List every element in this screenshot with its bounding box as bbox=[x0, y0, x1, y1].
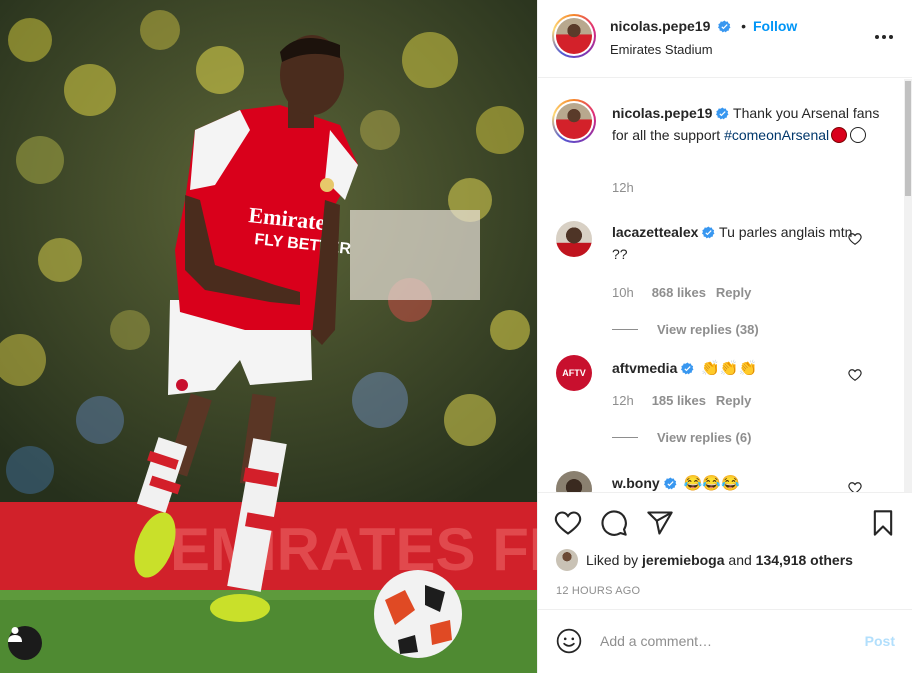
comment-avatar[interactable]: AFTV bbox=[556, 355, 592, 391]
comment-avatar[interactable] bbox=[556, 221, 592, 257]
likes-middle: and bbox=[728, 552, 752, 568]
comment-username[interactable]: lacazettealex bbox=[612, 224, 698, 240]
post-timestamp[interactable]: 12 HOURS AGO bbox=[556, 585, 640, 597]
comment-item: AFTV aftvmedia 👏👏👏 12h 185 likes Reply Vie… bbox=[538, 345, 898, 463]
comment-time[interactable]: 10h bbox=[612, 285, 634, 300]
comment-likes[interactable]: 185 likes bbox=[652, 393, 706, 408]
likes-summary[interactable]: Liked by jeremieboga and 134,918 others bbox=[556, 549, 853, 571]
svg-text:EMIRATES FLY: EMIRATES FLY bbox=[170, 516, 537, 583]
verified-badge-icon bbox=[702, 224, 715, 244]
heart-icon[interactable] bbox=[554, 509, 582, 537]
likes-others[interactable]: 134,918 others bbox=[756, 552, 853, 568]
post-comment-button[interactable]: Post bbox=[865, 633, 895, 649]
comment-item: lacazettealex Tu parles anglais mtn ?? 1… bbox=[538, 209, 898, 337]
view-replies-label: View replies (6) bbox=[657, 430, 752, 445]
view-replies-button[interactable]: View replies (6) bbox=[612, 430, 751, 445]
comment-body: 👏👏👏 bbox=[701, 360, 758, 377]
verified-badge-icon bbox=[716, 105, 729, 125]
post-side-panel: nicolas.pepe19 • Follow Emirates Stadium… bbox=[537, 0, 912, 673]
caption-avatar[interactable] bbox=[552, 99, 596, 143]
paper-plane-icon[interactable] bbox=[646, 509, 674, 537]
separator-dot: • bbox=[741, 18, 747, 34]
user-tag-icon[interactable] bbox=[8, 626, 42, 660]
replies-divider bbox=[612, 329, 638, 330]
comment-text: aftvmedia 👏👏👏 bbox=[612, 358, 862, 380]
replies-divider bbox=[612, 437, 638, 438]
avatar-logo-text: AFTV bbox=[562, 368, 586, 378]
comment-text: w.bony 😂😂😂 bbox=[612, 473, 862, 492]
follow-button[interactable]: Follow bbox=[753, 18, 797, 34]
comment-item: w.bony 😂😂😂 bbox=[538, 461, 898, 492]
likes-prefix: Liked by bbox=[586, 552, 639, 568]
smiley-icon[interactable] bbox=[556, 628, 582, 659]
comment-input[interactable] bbox=[600, 630, 840, 652]
comment-text: lacazettealex Tu parles anglais mtn ?? bbox=[612, 222, 862, 264]
comment-heart-icon[interactable] bbox=[848, 368, 862, 387]
verified-badge-icon bbox=[663, 475, 677, 492]
comments-scrollbar[interactable] bbox=[904, 79, 912, 492]
view-replies-button[interactable]: View replies (38) bbox=[612, 322, 759, 337]
caption-time[interactable]: 12h bbox=[612, 180, 634, 195]
comment-meta: 10h 868 likes Reply bbox=[612, 285, 751, 300]
scrollbar-thumb[interactable] bbox=[905, 81, 911, 196]
liker-username[interactable]: jeremieboga bbox=[642, 552, 724, 568]
comment-username[interactable]: aftvmedia bbox=[612, 360, 677, 376]
post-actions: Liked by jeremieboga and 134,918 others … bbox=[538, 492, 912, 608]
verified-badge-icon bbox=[681, 360, 694, 380]
comment-meta: 12h 185 likes Reply bbox=[612, 393, 751, 408]
white-circle-emoji bbox=[850, 127, 867, 143]
comments-list[interactable]: nicolas.pepe19 Thank you Arsenal fans fo… bbox=[538, 79, 912, 492]
add-comment-bar: Post bbox=[538, 609, 912, 673]
comment-avatar[interactable] bbox=[556, 471, 592, 492]
comment-heart-icon[interactable] bbox=[848, 481, 862, 492]
verified-badge-icon bbox=[718, 20, 731, 36]
post-header: nicolas.pepe19 • Follow Emirates Stadium bbox=[538, 0, 912, 78]
post-photo-image: EMIRATES FLY Emirates FLY BETTER bbox=[0, 0, 537, 673]
comment-username[interactable]: w.bony bbox=[612, 475, 660, 491]
view-replies-label: View replies (38) bbox=[657, 322, 759, 337]
reply-button[interactable]: Reply bbox=[716, 393, 751, 408]
caption: nicolas.pepe19 Thank you Arsenal fans fo… bbox=[538, 79, 898, 209]
comment-likes[interactable]: 868 likes bbox=[652, 285, 706, 300]
author-avatar[interactable] bbox=[552, 14, 596, 58]
comment-heart-icon[interactable] bbox=[848, 232, 862, 251]
reply-button[interactable]: Reply bbox=[716, 285, 751, 300]
comment-body: 😂😂😂 bbox=[683, 475, 740, 492]
bookmark-icon[interactable] bbox=[869, 509, 897, 537]
author-username[interactable]: nicolas.pepe19 bbox=[610, 18, 710, 34]
more-horizontal-icon[interactable] bbox=[875, 30, 895, 44]
author-line: nicolas.pepe19 • Follow bbox=[610, 18, 797, 36]
red-circle-emoji bbox=[831, 127, 848, 143]
caption-hashtag[interactable]: #comeonArsenal bbox=[724, 127, 829, 143]
post-location[interactable]: Emirates Stadium bbox=[610, 42, 713, 57]
liker-avatar[interactable] bbox=[556, 549, 578, 571]
caption-username[interactable]: nicolas.pepe19 bbox=[612, 105, 712, 121]
comment-time[interactable]: 12h bbox=[612, 393, 634, 408]
post-photo[interactable]: EMIRATES FLY Emirates FLY BETTER bbox=[0, 0, 537, 673]
comment-bubble-icon[interactable] bbox=[600, 509, 628, 537]
caption-text: nicolas.pepe19 Thank you Arsenal fans fo… bbox=[612, 103, 882, 145]
